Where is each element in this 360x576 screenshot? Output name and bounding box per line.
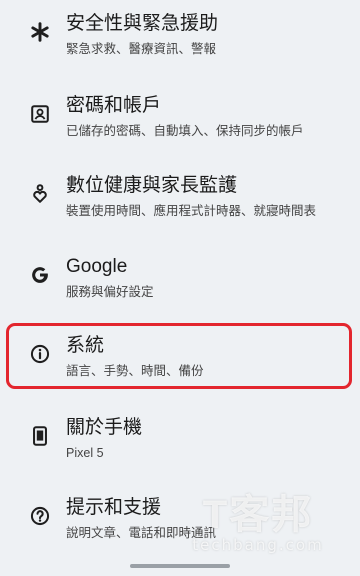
highlight-box — [6, 323, 352, 389]
phone-icon — [28, 424, 52, 448]
settings-item-about-phone[interactable]: 關於手機 Pixel 5 — [0, 406, 360, 480]
asterisk-icon — [28, 20, 52, 44]
settings-item-passwords[interactable]: 密碼和帳戶 已儲存的密碼、自動填入、保持同步的帳戶 — [0, 84, 360, 158]
digital-wellbeing-icon — [28, 182, 52, 206]
settings-item-safety[interactable]: 安全性與緊急援助 緊急求救、醫療資訊、警報 — [0, 2, 360, 76]
account-box-icon — [28, 102, 52, 126]
settings-item-subtitle: 已儲存的密碼、自動填入、保持同步的帳戶 — [66, 124, 304, 138]
settings-item-subtitle: Pixel 5 — [66, 446, 104, 460]
settings-item-title: 安全性與緊急援助 — [66, 13, 219, 34]
watermark: T客邦 techbang.com — [168, 494, 348, 556]
settings-item-google[interactable]: Google 服務與偏好設定 — [0, 245, 360, 319]
settings-item-digital-wellbeing[interactable]: 數位健康與家長監護 裝置使用時間、應用程式計時器、就寢時間表 — [0, 164, 360, 238]
settings-item-title: 數位健康與家長監護 — [66, 175, 238, 196]
settings-item-title: 密碼和帳戶 — [66, 95, 162, 116]
settings-item-title: 關於手機 — [66, 417, 143, 438]
watermark-domain: techbang.com — [192, 536, 324, 554]
help-icon — [28, 504, 52, 528]
settings-item-subtitle: 緊急求救、醫療資訊、警報 — [66, 42, 217, 56]
settings-item-subtitle: 服務與偏好設定 — [66, 285, 154, 299]
gesture-nav-bar[interactable] — [130, 564, 230, 568]
watermark-logo: T客邦 — [202, 493, 314, 537]
settings-item-title: 提示和支援 — [66, 497, 162, 518]
settings-item-title: Google — [66, 256, 128, 277]
settings-item-subtitle: 裝置使用時間、應用程式計時器、就寢時間表 — [66, 204, 317, 218]
google-icon — [28, 263, 52, 287]
